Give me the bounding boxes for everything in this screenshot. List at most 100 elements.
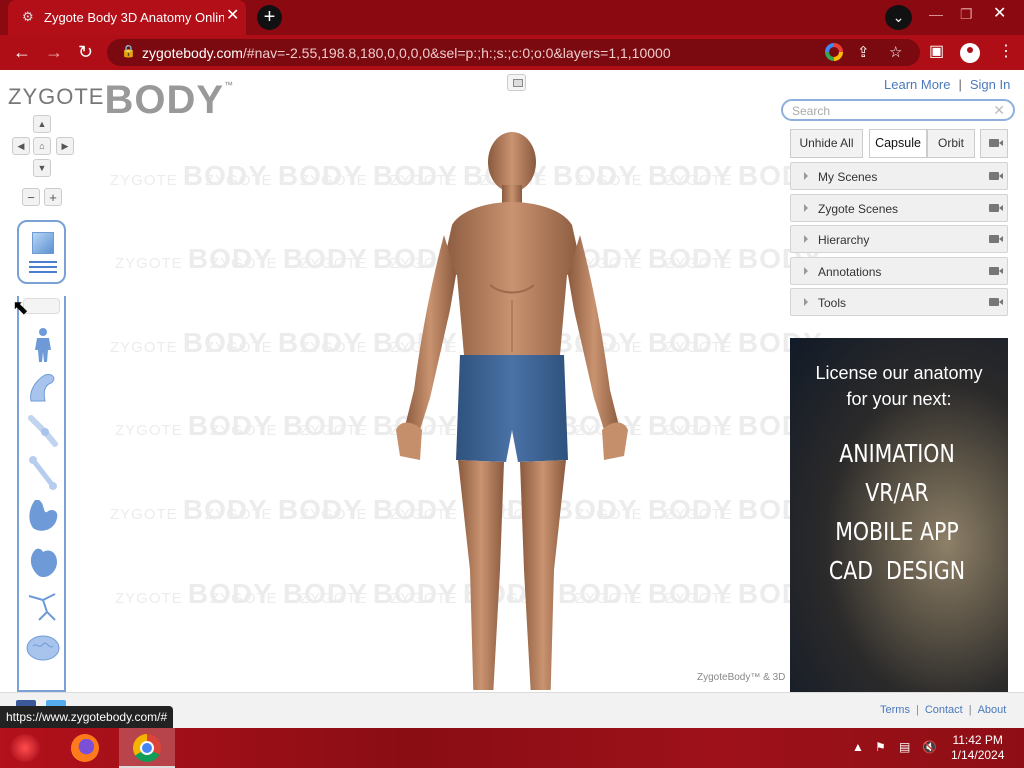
heart-layer-icon[interactable] xyxy=(25,542,61,580)
start-button[interactable] xyxy=(0,728,56,768)
panel-label: Hierarchy xyxy=(818,233,870,247)
url-text: zygotebody.com/#nav=-2.55,198.8,180,0,0,… xyxy=(142,45,671,61)
profile-icon[interactable] xyxy=(960,43,980,63)
browser-tab[interactable]: ⚙ Zygote Body 3D Anatomy Online ✕ xyxy=(8,0,246,35)
google-icon[interactable] xyxy=(825,43,843,61)
watermark-small: ZYGOTE xyxy=(205,339,278,356)
watermark-small: ZYGOTE xyxy=(205,172,278,189)
zoom-out-button[interactable]: − xyxy=(22,188,40,206)
new-tab-button[interactable]: + xyxy=(257,5,282,30)
window-close-icon[interactable]: ✕ xyxy=(993,3,1006,23)
pan-up-button[interactable]: ▲ xyxy=(33,115,51,133)
side-panel-icon[interactable]: ▣ xyxy=(929,43,944,61)
unhide-all-button[interactable]: Unhide All xyxy=(790,129,863,158)
header-separator: | xyxy=(958,77,962,92)
joint-layer-icon[interactable] xyxy=(25,412,61,450)
orbit-button[interactable]: Orbit xyxy=(927,129,975,158)
watermark-small: ZYGOTE xyxy=(110,506,183,523)
human-body-model[interactable] xyxy=(392,130,632,690)
taskbar: ▲ ⚑ ▤ 🔇 11:42 PM 1/14/2024 xyxy=(0,728,1024,768)
expand-arrow-icon xyxy=(804,172,808,180)
pan-right-button[interactable]: ▶ xyxy=(56,137,74,155)
pan-down-button[interactable]: ▼ xyxy=(33,159,51,177)
footer-separator: | xyxy=(915,704,919,716)
watermark-small: ZYGOTE xyxy=(665,422,738,439)
tab-search-button[interactable]: ⌄ xyxy=(885,5,912,30)
expand-arrow-icon xyxy=(804,267,808,275)
watermark-small: ZYGOTE xyxy=(665,172,738,189)
watermark-small: ZYGOTE xyxy=(210,422,283,439)
camera-icon[interactable] xyxy=(989,298,1003,306)
status-bar-url: https://www.zygotebody.com/# xyxy=(0,706,174,728)
camera-icon[interactable] xyxy=(989,267,1003,275)
contact-link[interactable]: Contact xyxy=(925,704,963,716)
zoom-in-button[interactable]: + xyxy=(44,188,62,206)
menu-dots-icon[interactable]: ⋮ xyxy=(998,43,1014,61)
network-icon[interactable]: ▤ xyxy=(899,740,910,754)
watermark-small: ZYGOTE xyxy=(115,422,188,439)
license-advertisement[interactable]: License our anatomy for your next: ANIMA… xyxy=(790,338,1008,692)
watermark-small: ZYGOTE xyxy=(300,339,373,356)
panel-label: Tools xyxy=(818,296,847,310)
terms-link[interactable]: Terms xyxy=(880,704,910,716)
tab-title: Zygote Body 3D Anatomy Online xyxy=(44,10,224,25)
taskbar-chrome[interactable] xyxy=(119,728,175,768)
camera-icon[interactable] xyxy=(989,204,1003,212)
panel-zygote-scenes[interactable]: Zygote Scenes xyxy=(790,194,1008,222)
start-icon xyxy=(10,734,40,762)
muscle-layer-icon[interactable] xyxy=(25,369,61,407)
search-input[interactable] xyxy=(792,103,992,118)
taskbar-firefox[interactable] xyxy=(56,728,112,768)
watermark-small: ZYGOTE xyxy=(665,506,738,523)
close-tab-icon[interactable]: ✕ xyxy=(226,8,239,24)
camera-icon[interactable] xyxy=(989,235,1003,243)
camera-view-button[interactable] xyxy=(980,129,1008,158)
clear-search-icon[interactable]: ✕ xyxy=(993,102,1005,119)
bone-layer-icon[interactable] xyxy=(25,454,61,492)
footer-separator: | xyxy=(968,704,972,716)
about-link[interactable]: About xyxy=(978,704,1007,716)
tray-expand-icon[interactable]: ▲ xyxy=(852,740,864,754)
sign-in-link[interactable]: Sign In xyxy=(970,77,1010,92)
nerve-layer-icon[interactable] xyxy=(25,586,61,624)
zygote-body-logo[interactable]: ZYGOTEBODY™ xyxy=(8,80,233,120)
lock-icon[interactable]: 🔒 xyxy=(121,44,136,58)
taskbar-clock[interactable]: 11:42 PM 1/14/2024 xyxy=(951,733,1004,763)
screenshot-button[interactable] xyxy=(507,74,526,91)
ad-item: MOBILE APP xyxy=(835,517,959,546)
panel-label: My Scenes xyxy=(818,170,878,184)
flag-icon[interactable]: ⚑ xyxy=(875,740,886,754)
panel-my-scenes[interactable]: My Scenes xyxy=(790,162,1008,190)
watermark-small: ZYGOTE xyxy=(665,339,738,356)
panel-hierarchy[interactable]: Hierarchy xyxy=(790,225,1008,253)
pan-left-button[interactable]: ◀ xyxy=(12,137,30,155)
minimize-icon[interactable]: — xyxy=(929,6,943,22)
back-arrow-icon[interactable]: ← xyxy=(13,43,31,61)
logo-body: BODY xyxy=(104,78,225,122)
volume-muted-icon[interactable]: 🔇 xyxy=(922,740,937,754)
footer-links: Terms | Contact | About xyxy=(880,704,1006,716)
skin-layer-icon[interactable] xyxy=(25,326,61,364)
brain-layer-icon[interactable] xyxy=(25,630,61,668)
reload-icon[interactable]: ↻ xyxy=(78,43,93,61)
share-icon[interactable]: ⇪ xyxy=(857,43,870,61)
forward-arrow-icon[interactable]: → xyxy=(45,43,63,61)
learn-more-link[interactable]: Learn More xyxy=(884,77,950,92)
url-host: zygotebody.com xyxy=(142,45,243,61)
watermark-small: ZYGOTE xyxy=(210,590,283,607)
home-view-button[interactable]: ⌂ xyxy=(33,137,51,155)
star-icon[interactable]: ☆ xyxy=(889,43,902,61)
panel-annotations[interactable]: Annotations xyxy=(790,257,1008,285)
panel-tools[interactable]: Tools xyxy=(790,288,1008,316)
copyright-credit: ZygoteBody™ & 3D xyxy=(697,672,786,683)
url-field[interactable]: 🔒 zygotebody.com/#nav=-2.55,198.8,180,0,… xyxy=(107,39,920,66)
restore-icon[interactable]: ❐ xyxy=(960,6,973,23)
camera-icon[interactable] xyxy=(989,172,1003,180)
page-viewport: ZYGOTE BODY ZYGOTE BODY ZYGOTE BODY ZYGOTE … xyxy=(0,70,1024,692)
watermark-small: ZYGOTE xyxy=(300,506,373,523)
organ-layer-icon[interactable] xyxy=(25,496,61,534)
layers-toggle-button[interactable] xyxy=(17,220,66,284)
logo-zygote: ZYGOTE xyxy=(8,84,105,109)
capsule-button[interactable]: Capsule xyxy=(869,129,927,158)
expand-arrow-icon xyxy=(804,298,808,306)
